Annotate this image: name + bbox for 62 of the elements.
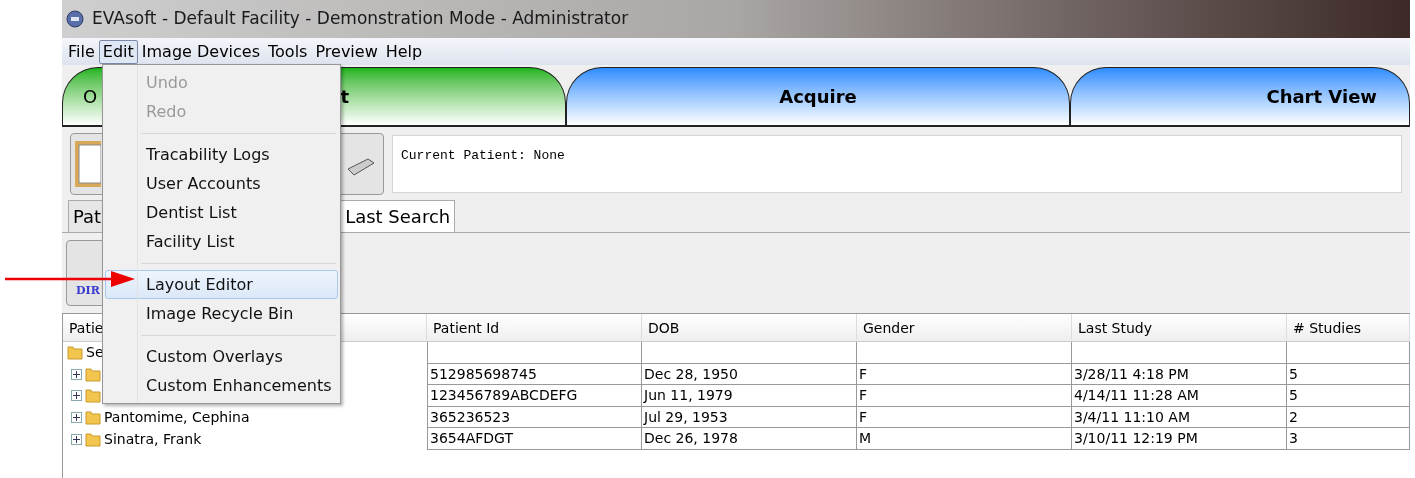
menu-option[interactable]: Dentist List	[105, 198, 338, 227]
table-cell: Dec 26, 1978	[642, 428, 857, 450]
menu-option[interactable]: Custom Overlays	[105, 342, 338, 371]
expand-icon[interactable]	[71, 433, 82, 445]
table-cell: 3/10/11 12:19 PM	[1072, 428, 1287, 450]
tree-label[interactable]: Se	[86, 342, 104, 364]
table-cell: 365236523	[427, 406, 642, 429]
column-header[interactable]: Last Study	[1072, 314, 1287, 341]
column-header[interactable]: DOB	[642, 314, 857, 341]
menu-option[interactable]: Layout Editor	[105, 270, 338, 299]
expand-icon[interactable]	[71, 368, 82, 380]
table-cell: 5	[1287, 385, 1410, 407]
tab-label: Acquire	[779, 85, 857, 109]
folder-icon	[85, 410, 101, 426]
folder-icon	[85, 366, 101, 382]
window-title: EVAsoft - Default Facility - Demonstration Mode - Administrator	[92, 7, 629, 31]
app-logo-icon	[66, 10, 84, 28]
table-cell: 3	[1287, 428, 1410, 450]
menu-option[interactable]: Custom Enhancements	[105, 371, 338, 400]
scanner-button[interactable]	[338, 133, 384, 195]
table-cell: F	[857, 406, 1072, 429]
expand-icon[interactable]	[71, 390, 82, 402]
table-cell: Jul 29, 1953	[642, 406, 857, 429]
column-header[interactable]: Patient Id	[427, 314, 642, 341]
sub-tab[interactable]: Last Search	[340, 200, 456, 232]
column-header[interactable]: Gender	[857, 314, 1072, 341]
tree-label[interactable]: Pantomime, Cephina	[104, 407, 250, 429]
directory-icon-text: DIR	[76, 282, 100, 299]
menu-item[interactable]: File	[64, 39, 99, 64]
document-icon	[75, 141, 101, 187]
table-cell: F	[857, 363, 1072, 386]
table-cell: M	[857, 428, 1072, 450]
main-tab[interactable]: Acquire	[566, 67, 1070, 127]
table-cell: F	[857, 385, 1072, 407]
table-cell: Jun 11, 1979	[642, 385, 857, 407]
table-cell: 3/4/11 11:10 AM	[1072, 406, 1287, 429]
menu-item[interactable]: Tools	[264, 39, 312, 64]
table-cell: 4/14/11 11:28 AM	[1072, 385, 1287, 407]
tab-label: O	[83, 85, 98, 109]
menu-item[interactable]: Preview	[311, 39, 382, 64]
table-cell: 3654AFDGT	[427, 428, 642, 450]
tab-label: t	[340, 85, 349, 109]
table-cell: 3/28/11 4:18 PM	[1072, 363, 1287, 386]
folder-icon	[85, 431, 101, 447]
menu-option[interactable]: User Accounts	[105, 169, 338, 198]
main-tab[interactable]: Chart View	[1070, 67, 1410, 127]
folder-icon	[67, 345, 83, 361]
table-cell: 2	[1287, 406, 1410, 429]
menu-item[interactable]: Edit	[98, 39, 138, 64]
tree-label[interactable]: Sinatra, Frank	[104, 428, 202, 450]
expand-icon[interactable]	[71, 412, 82, 424]
folder-icon	[85, 388, 101, 404]
column-header[interactable]: # Studies	[1287, 314, 1410, 341]
tab-label: Chart View	[1266, 85, 1377, 109]
current-patient-text: Current Patient: None	[401, 148, 565, 163]
menu-item[interactable]: Image Devices	[137, 39, 264, 64]
table-cell: 123456789ABCDEFG	[427, 385, 642, 407]
menu-option[interactable]: Tracability Logs	[105, 140, 338, 169]
table-cell: Dec 28, 1950	[642, 363, 857, 386]
menu-item[interactable]: Help	[381, 39, 427, 64]
table-cell: 512985698745	[427, 363, 642, 386]
table-cell: 5	[1287, 363, 1410, 386]
